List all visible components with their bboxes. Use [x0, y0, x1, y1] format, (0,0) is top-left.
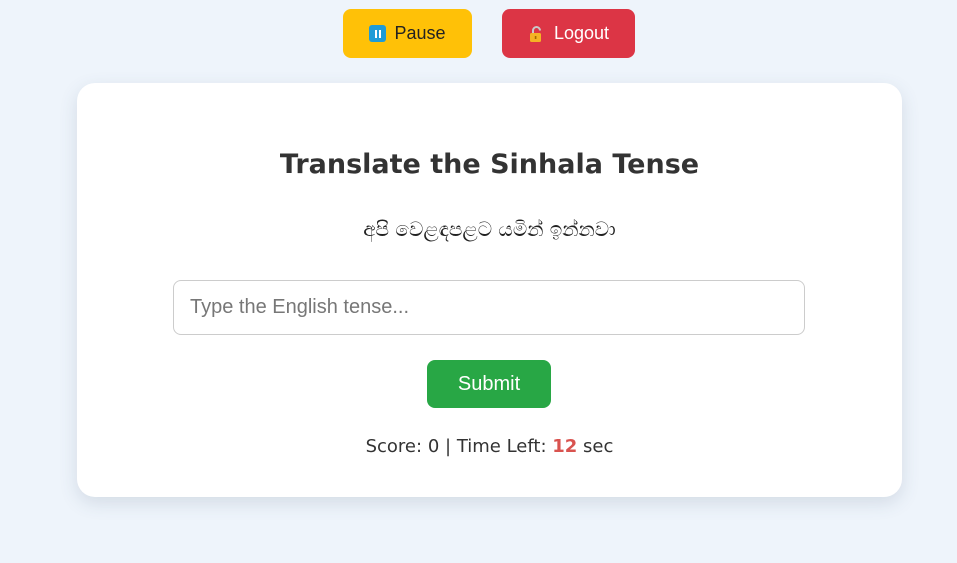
time-left-label: Time Left: — [456, 436, 547, 457]
logout-button-label: Logout — [553, 23, 610, 43]
sinhala-sentence: අපි වෙළඳපළට යමින් ඉන්නවා — [363, 217, 616, 241]
time-unit: sec — [583, 436, 614, 457]
answer-input[interactable] — [173, 280, 805, 335]
status-line: Score: 0 | Time Left: 12 sec — [77, 436, 902, 457]
pause-button[interactable]: Pause — [343, 9, 472, 58]
score-value: 0 — [427, 436, 440, 457]
quiz-card: Translate the Sinhala Tense අපි වෙළඳපළට … — [77, 83, 902, 497]
status-separator: | — [445, 436, 452, 457]
submit-button[interactable]: Submit — [427, 360, 551, 408]
time-left-value: 12 — [552, 436, 578, 457]
top-bar: Pause Logout — [0, 9, 957, 58]
quiz-title: Translate the Sinhala Tense — [279, 149, 700, 180]
score-label: Score: — [365, 436, 423, 457]
pause-icon — [369, 25, 387, 42]
unlocked-lock-icon — [529, 25, 541, 42]
logout-button[interactable]: Logout — [502, 9, 635, 58]
pause-button-label: Pause — [394, 23, 446, 43]
